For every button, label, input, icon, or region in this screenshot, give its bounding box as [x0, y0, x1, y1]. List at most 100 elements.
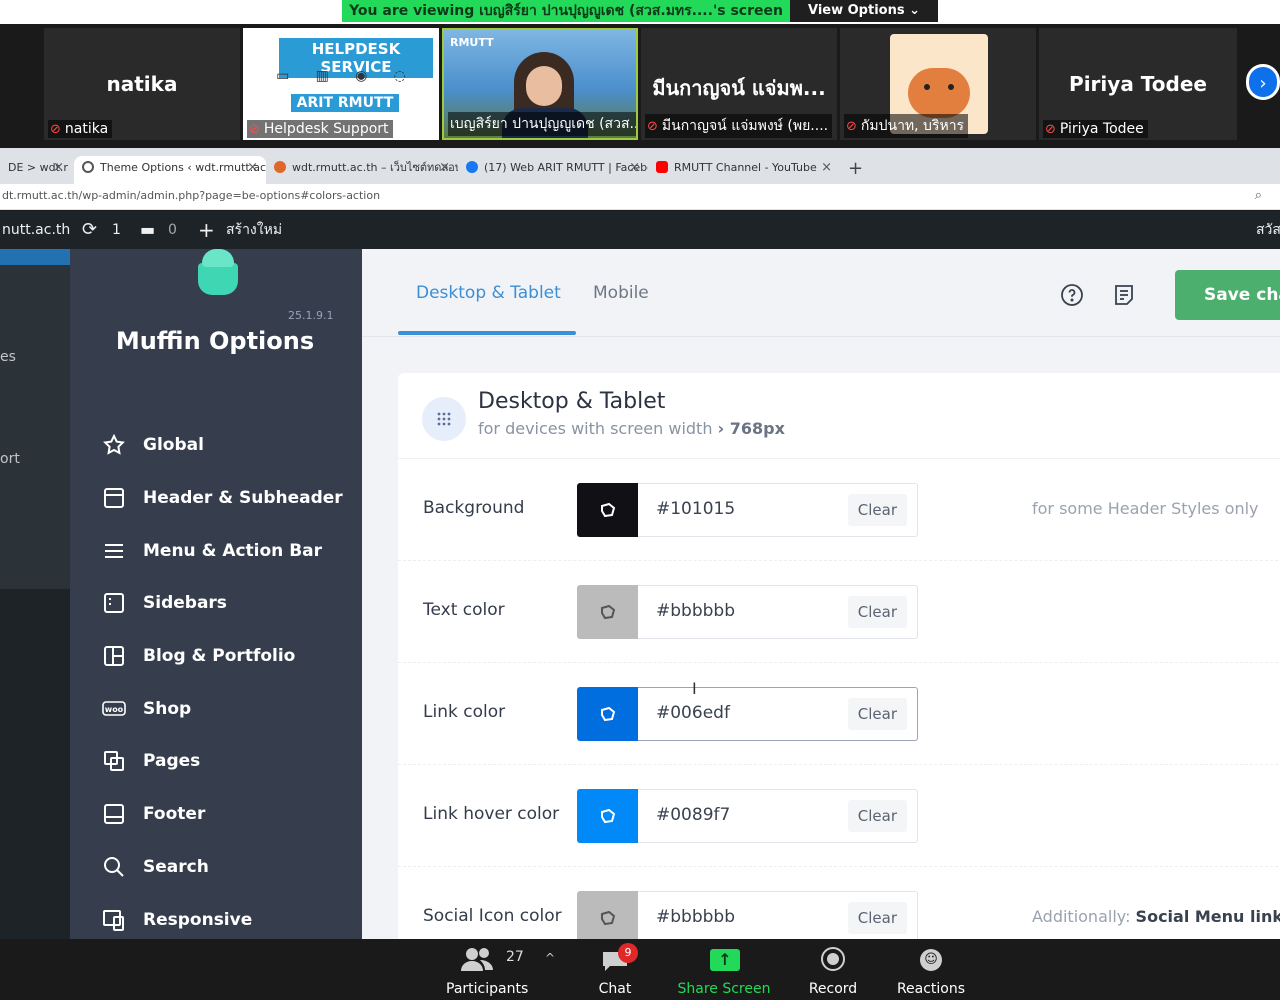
- participant-tile[interactable]: Piriya Todee ⊘ Piriya Todee: [1039, 28, 1237, 140]
- comments-count[interactable]: 0: [168, 211, 177, 249]
- nav-item-footer[interactable]: Footer: [70, 788, 362, 841]
- participant-tile[interactable]: มีนกาญจน์ แจ่มพ... ⊘ มีนกาญจน์ แจ่มพงษ์ (…: [641, 28, 837, 140]
- tab-desktop-tablet[interactable]: Desktop & Tablet: [416, 283, 561, 303]
- color-option-row: Link hover color #0089f7 Clear: [398, 765, 1280, 867]
- participants-menu-caret-icon[interactable]: ^: [538, 951, 562, 1000]
- address-bar[interactable]: dt.rmutt.ac.th/wp-admin/admin.php?page=b…: [0, 184, 1280, 210]
- next-page-arrow-icon[interactable]: ›: [1246, 64, 1280, 100]
- browser-tab[interactable]: (17) Web ARIT RMUTT | Faceboo ×: [458, 156, 648, 184]
- view-options-button[interactable]: View Options ⌄: [790, 0, 938, 22]
- new-content-link[interactable]: สร้างใหม่: [226, 211, 282, 249]
- location-icon: ◉: [355, 68, 368, 84]
- nav-item-header[interactable]: Header & Subheader: [70, 472, 362, 525]
- plus-icon[interactable]: +: [198, 211, 215, 249]
- helpdesk-icons: ▭ ▥ ◉ ◌: [263, 68, 419, 92]
- nav-item-menu[interactable]: Menu & Action Bar: [70, 524, 362, 577]
- color-option-label: Social Icon color: [423, 906, 562, 926]
- nav-item-search[interactable]: Search: [70, 841, 362, 894]
- nav-item-sidebars[interactable]: Sidebars: [70, 577, 362, 630]
- new-tab-icon[interactable]: +: [848, 158, 863, 179]
- nav-item-responsive[interactable]: Responsive: [70, 893, 362, 939]
- greeting-link[interactable]: สวัส: [1256, 211, 1280, 249]
- site-favicon-icon: [274, 161, 286, 173]
- active-speaker-tile[interactable]: RMUTT เบญสิร์ยา ปานปุญญูเดช (สวส....: [442, 28, 638, 140]
- comments-icon[interactable]: ▬: [140, 211, 155, 249]
- updates-icon[interactable]: ⟳: [82, 211, 97, 249]
- color-option-row: Background #101015 Clear for some Header St…: [398, 459, 1280, 561]
- close-tab-icon[interactable]: ×: [53, 156, 64, 180]
- clear-button[interactable]: Clear: [847, 800, 907, 832]
- menu-item-fragment[interactable]: es: [0, 349, 16, 365]
- nav-item-shop[interactable]: woo Shop: [70, 682, 362, 735]
- zoom-top-area: You are viewing เบญสิร์ยา ปานปุญญูเดช (ส…: [0, 0, 1280, 24]
- color-option-label: Background: [423, 498, 525, 518]
- muffin-logo-icon: [188, 249, 248, 295]
- color-option-row: Link color #006edf Clear: [398, 663, 1280, 765]
- color-swatch[interactable]: [577, 891, 639, 939]
- mic-muted-icon: ⊘: [846, 119, 857, 134]
- record-icon: [821, 947, 845, 971]
- save-changes-button[interactable]: Save changes: [1175, 270, 1280, 320]
- color-swatch[interactable]: [577, 585, 639, 639]
- hex-color-input[interactable]: #0089f7 Clear: [638, 789, 918, 843]
- participant-tile[interactable]: HELPDESK SERVICE ▭ ▥ ◉ ◌ ARIT RMUTT ⊘ Helpde…: [243, 28, 439, 140]
- mic-muted-icon: ⊘: [1045, 122, 1056, 137]
- browser-tab-bar: DE > wdt.r × Theme Options ‹ wdt.rmutt.ac…: [0, 148, 1280, 184]
- nav-item-global[interactable]: Global: [70, 419, 362, 472]
- nav-item-blog[interactable]: Blog & Portfolio: [70, 630, 362, 683]
- hex-color-input[interactable]: #006edf Clear: [638, 687, 918, 741]
- record-button[interactable]: Record: [800, 939, 866, 1000]
- menu-item-fragment[interactable]: ort: [0, 451, 20, 467]
- help-icon[interactable]: [1060, 283, 1084, 307]
- wordpress-favicon-icon: [82, 161, 94, 173]
- participant-name: ⊘ Helpdesk Support: [247, 120, 393, 138]
- updates-count[interactable]: 1: [112, 211, 121, 249]
- chat-button[interactable]: 9 Chat: [590, 939, 640, 1000]
- browser-tab-active[interactable]: Theme Options ‹ wdt.rmutt.ac.th ×: [74, 156, 266, 184]
- reactions-icon: ☺: [920, 949, 942, 971]
- zoom-icon[interactable]: ⌕: [1255, 184, 1272, 208]
- site-name-link[interactable]: nutt.ac.th: [2, 211, 70, 249]
- hex-color-input[interactable]: #bbbbbb Clear: [638, 891, 918, 939]
- nav-item-pages[interactable]: Pages: [70, 735, 362, 788]
- pages-icon: [102, 749, 126, 773]
- rmutt-logo: RMUTT: [450, 36, 494, 49]
- clear-button[interactable]: Clear: [847, 596, 907, 628]
- clear-button[interactable]: Clear: [847, 494, 907, 526]
- participant-tile[interactable]: natika ⊘ natika: [44, 28, 240, 140]
- notes-icon[interactable]: [1112, 283, 1136, 307]
- color-option-row: Text color #bbbbbb Clear: [398, 561, 1280, 663]
- hex-color-input[interactable]: #101015 Clear: [638, 483, 918, 537]
- card-title: Desktop & Tablet: [478, 389, 666, 414]
- close-tab-icon[interactable]: ×: [439, 156, 450, 180]
- color-picker-icon: [601, 706, 616, 722]
- color-swatch[interactable]: [577, 483, 639, 537]
- browser-tab[interactable]: RMUTT Channel - YouTube ×: [648, 156, 840, 184]
- color-swatch[interactable]: [577, 789, 639, 843]
- hex-color-input[interactable]: #bbbbbb Clear: [638, 585, 918, 639]
- menu-icon: [102, 539, 126, 563]
- helpdesk-banner-sub: ARIT RMUTT: [291, 94, 399, 112]
- share-screen-button[interactable]: ↑ Share Screen: [676, 939, 772, 1000]
- clear-button[interactable]: Clear: [847, 902, 907, 934]
- browser-tab[interactable]: DE > wdt.r ×: [0, 156, 72, 184]
- chat-bubble-icon: ◌: [393, 68, 406, 84]
- close-tab-icon[interactable]: ×: [247, 156, 258, 180]
- option-note: for some Header Styles only: [1032, 499, 1259, 518]
- tab-mobile[interactable]: Mobile: [593, 283, 649, 303]
- close-tab-icon[interactable]: ×: [629, 156, 640, 180]
- participant-name: ⊘ มีนกาญจน์ แจ่มพงษ์ (พย....: [645, 114, 833, 138]
- color-swatch[interactable]: [577, 687, 639, 741]
- close-tab-icon[interactable]: ×: [821, 156, 832, 180]
- woo-icon: woo: [102, 697, 126, 721]
- color-picker-icon: [601, 502, 616, 518]
- browser-tab[interactable]: wdt.rmutt.ac.th – เว็บไซต์ทดลอบระ ×: [266, 156, 458, 184]
- mic-muted-icon: ⊘: [647, 119, 658, 134]
- participants-button[interactable]: 27 Participants: [446, 939, 528, 1000]
- participant-tile[interactable]: ⊘ กัมปนาท, บริหาร: [840, 28, 1036, 140]
- color-picker-icon: [601, 910, 616, 926]
- clear-button[interactable]: Clear: [847, 698, 907, 730]
- color-option-row: Social Icon color #bbbbbb Clear Additionall…: [398, 867, 1280, 939]
- muffin-sidebar: 25.1.9.1 Muffin Options Global Header & …: [70, 249, 362, 939]
- reactions-button[interactable]: ☺ Reactions: [894, 939, 968, 1000]
